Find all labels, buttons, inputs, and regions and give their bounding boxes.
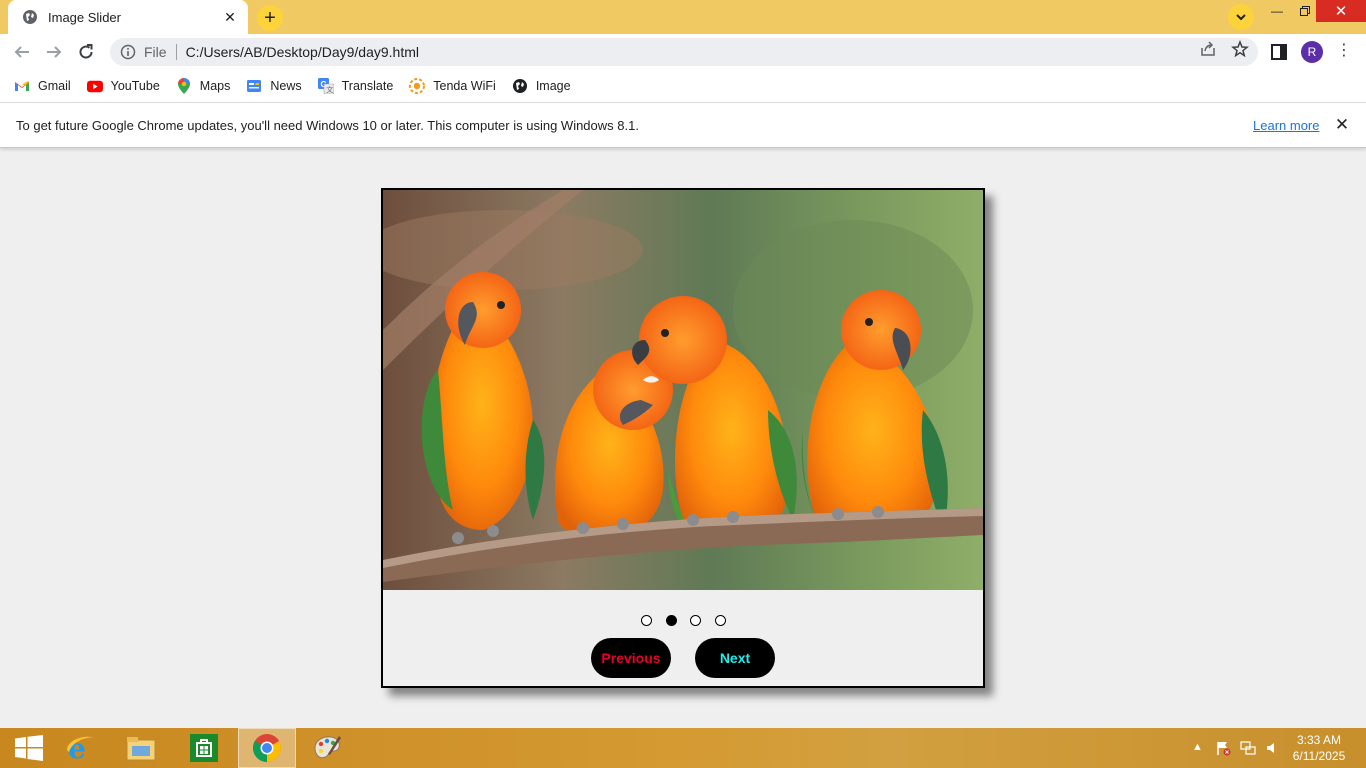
update-infobar: To get future Google Chrome updates, you… <box>0 102 1366 148</box>
bookmark-youtube[interactable]: YouTube <box>86 78 160 94</box>
slider-dots <box>641 615 739 626</box>
globe-icon <box>23 10 37 24</box>
bookmark-label: Tenda WiFi <box>433 79 496 93</box>
reload-icon <box>79 44 93 59</box>
bookmark-label: News <box>270 79 302 93</box>
tab-strip: Image Slider ✕ + — ✕ <box>0 0 1366 34</box>
url-text[interactable]: C:/Users/AB/Desktop/Day9/day9.html <box>186 44 1258 60</box>
slider-dot-2[interactable] <box>665 615 677 626</box>
network-icon[interactable] <box>1240 740 1256 756</box>
file-explorer-icon <box>126 737 156 761</box>
store-icon <box>190 734 218 762</box>
chrome-icon <box>253 734 281 762</box>
bookmark-label: Image <box>535 79 571 93</box>
url-scheme: File <box>144 44 167 60</box>
start-icon <box>15 735 43 761</box>
action-center-flag-icon[interactable] <box>1215 740 1231 756</box>
taskbar-store[interactable] <box>175 728 233 768</box>
volume-icon[interactable] <box>1265 740 1281 756</box>
windows-taskbar: e ▲ 3:33 AM 6/11/2025 <box>0 728 1366 768</box>
clock-date: 6/11/2025 <box>1292 749 1346 763</box>
omnibox-separator <box>175 44 177 60</box>
taskbar-file-explorer[interactable] <box>112 728 170 768</box>
internet-explorer-icon: e <box>67 732 95 764</box>
slider-dot-3[interactable] <box>690 615 701 626</box>
taskbar-paint[interactable] <box>298 728 356 768</box>
back-button[interactable] <box>10 40 34 64</box>
restore-icon <box>1300 6 1310 16</box>
tab-title: Image Slider <box>48 9 121 25</box>
info-icon[interactable] <box>120 44 136 60</box>
share-icon[interactable] <box>1199 40 1217 58</box>
tab-image-slider[interactable]: Image Slider ✕ <box>8 0 248 34</box>
globe-icon <box>512 78 528 94</box>
bookmark-label: Gmail <box>38 79 71 93</box>
tab-close-icon[interactable]: ✕ <box>222 9 238 26</box>
image-slider: Previous Next <box>381 188 985 688</box>
youtube-icon <box>86 78 103 94</box>
chevron-down-icon <box>1236 14 1246 21</box>
svg-text:文: 文 <box>326 85 333 94</box>
show-hidden-icons-icon[interactable]: ▲ <box>1192 741 1204 757</box>
next-button[interactable]: Next <box>695 638 775 678</box>
more-menu-icon[interactable]: ⋮ <box>1336 42 1352 62</box>
reload-button[interactable] <box>74 40 98 64</box>
parrots-image <box>383 190 983 590</box>
bookmark-label: YouTube <box>110 79 160 93</box>
new-tab-button[interactable]: + <box>257 5 283 31</box>
taskbar-chrome[interactable] <box>238 728 296 768</box>
bookmarks-bar: Gmail YouTube Maps News G文 Translate Ten… <box>0 70 1366 102</box>
bookmark-image[interactable]: Image <box>512 78 571 94</box>
browser-toolbar: File C:/Users/AB/Desktop/Day9/day9.html … <box>0 34 1366 70</box>
side-panel-icon[interactable] <box>1270 43 1288 61</box>
bookmark-tenda-wifi[interactable]: Tenda WiFi <box>409 78 496 94</box>
profile-avatar[interactable]: R <box>1301 41 1323 63</box>
bookmark-translate[interactable]: G文 Translate <box>317 78 394 94</box>
translate-icon: G文 <box>317 78 334 94</box>
taskbar-clock[interactable]: 3:33 AM 6/11/2025 <box>1280 732 1358 764</box>
clock-time: 3:33 AM <box>1296 733 1342 747</box>
forward-button[interactable] <box>42 40 66 64</box>
tenda-icon <box>409 78 426 94</box>
learn-more-link[interactable]: Learn more <box>1253 118 1319 133</box>
bookmark-label: Translate <box>341 79 394 93</box>
infobar-message: To get future Google Chrome updates, you… <box>16 118 639 133</box>
bookmark-maps[interactable]: Maps <box>176 78 231 94</box>
arrow-left-icon <box>14 46 29 58</box>
infobar-close-icon[interactable]: ✕ <box>1334 116 1350 134</box>
gmail-icon <box>14 78 30 94</box>
slider-dot-4[interactable] <box>714 615 726 626</box>
maps-icon <box>176 78 192 94</box>
previous-button[interactable]: Previous <box>591 638 671 678</box>
start-button[interactable] <box>0 728 58 768</box>
window-close-button[interactable]: ✕ <box>1316 0 1366 22</box>
paint-icon <box>314 736 341 759</box>
news-icon <box>246 78 262 94</box>
bookmark-gmail[interactable]: Gmail <box>14 78 71 94</box>
taskbar-internet-explorer[interactable]: e <box>52 728 110 768</box>
bookmark-star-icon[interactable] <box>1231 40 1249 58</box>
tab-search-button[interactable] <box>1228 4 1254 30</box>
arrow-right-icon <box>47 46 62 58</box>
slider-dot-1[interactable] <box>641 615 652 626</box>
slide-image-parrots <box>383 190 983 590</box>
bookmark-label: Maps <box>199 79 231 93</box>
address-bar[interactable]: File C:/Users/AB/Desktop/Day9/day9.html <box>110 38 1258 66</box>
bookmark-news[interactable]: News <box>246 78 302 94</box>
